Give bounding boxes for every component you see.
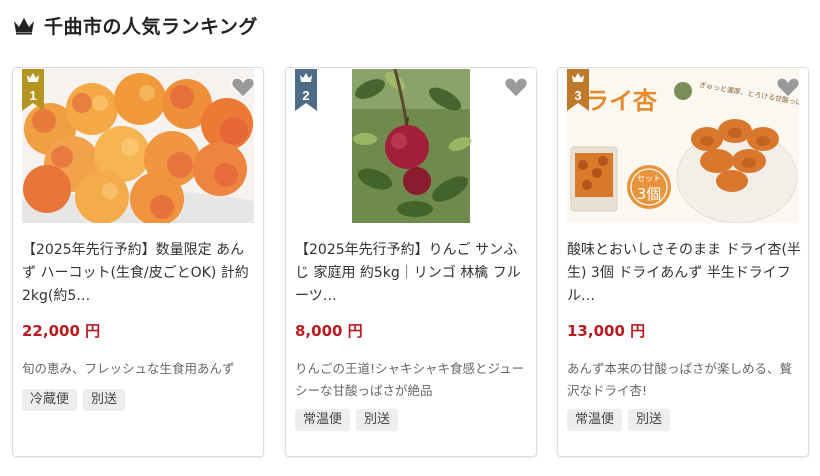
tag-list: 常温便 別送 xyxy=(295,409,399,431)
shipping-tag: 常温便 xyxy=(567,409,623,431)
product-image-apple[interactable] xyxy=(295,69,527,223)
product-image-apricot[interactable] xyxy=(22,69,254,223)
ranking-header: 千曲市の人気ランキング xyxy=(12,10,258,40)
page-title: 千曲市の人気ランキング xyxy=(44,15,258,38)
rank-crown-icon xyxy=(27,73,39,82)
product-price: 8,000 円 xyxy=(295,322,363,340)
delivery-tag: 別送 xyxy=(628,409,671,431)
delivery-tag: 別送 xyxy=(356,409,399,431)
product-price: 13,000 円 xyxy=(567,322,646,340)
rank-number: 2 xyxy=(302,88,310,103)
rank-number: 3 xyxy=(574,88,582,103)
product-description: りんごの王道!シャキシャキ食感とジューシーな甘酸っぱさが絶品 xyxy=(295,361,525,398)
image-main-text: ライ杏 xyxy=(585,87,657,115)
product-image-dried-apricot[interactable]: セット 3個 ライ杏 ぎゅっと濃厚、とろける甘酸っぱさ xyxy=(567,69,799,223)
favorite-heart-icon[interactable] xyxy=(776,76,800,98)
product-card-1[interactable]: 1 【2025年先行予約】数量限定 あんず ハーコット(生食/皮ごとOK) 計約… xyxy=(12,67,264,457)
product-title[interactable]: 【2025年先行予約】数量限定 あんず ハーコット(生食/皮ごとOK) 計約2k… xyxy=(22,239,256,308)
rank-crown-icon xyxy=(300,73,312,82)
rank-badge: 3 xyxy=(567,69,589,111)
product-title[interactable]: 【2025年先行予約】りんご サンふじ 家庭用 約5kg｜リンゴ 林檎 フルーツ… xyxy=(295,239,529,308)
rank-badge: 2 xyxy=(295,69,317,111)
rank-number: 1 xyxy=(29,88,37,103)
rank-crown-icon xyxy=(572,73,584,82)
product-description: 旬の恵み、フレッシュな生食用あんず xyxy=(22,361,235,376)
badge-small-text: セット xyxy=(637,174,661,183)
favorite-heart-icon[interactable] xyxy=(504,76,528,98)
delivery-tag: 別送 xyxy=(83,389,126,411)
product-card-3[interactable]: セット 3個 ライ杏 ぎゅっと濃厚、とろける甘酸っぱさ 3 酸味とおいしさそのま… xyxy=(557,67,809,457)
product-title[interactable]: 酸味とおいしさそのまま ドライ杏(半生) 3個 ドライあんず 半生ドライフル… xyxy=(567,239,801,308)
favorite-heart-icon[interactable] xyxy=(231,76,255,98)
product-description: あんず本来の甘酸っぱさが楽しめる、贅沢なドライ杏! xyxy=(567,361,793,398)
product-price: 22,000 円 xyxy=(22,322,101,340)
rank-badge: 1 xyxy=(22,69,44,111)
tag-list: 冷蔵便 別送 xyxy=(22,389,126,411)
shipping-tag: 常温便 xyxy=(295,409,351,431)
badge-count-text: 3個 xyxy=(637,185,662,203)
tag-list: 常温便 別送 xyxy=(567,409,671,431)
product-card-2[interactable]: 2 【2025年先行予約】りんご サンふじ 家庭用 約5kg｜リンゴ 林檎 フル… xyxy=(285,67,537,457)
shipping-tag: 冷蔵便 xyxy=(22,389,78,411)
crown-icon xyxy=(14,18,34,35)
